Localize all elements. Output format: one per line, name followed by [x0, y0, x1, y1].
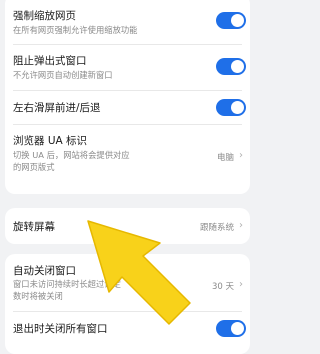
settings-card-windows: 自动关闭窗口 窗口未访问持续时长超过设定 数时将被关闭 30 天 › 退出时关闭… — [5, 254, 250, 354]
toggle-knob — [231, 322, 244, 335]
setting-swipe-navigation[interactable]: 左右滑屏前进/后退 — [5, 91, 250, 123]
chevron-right-icon: › — [239, 279, 243, 290]
setting-title: 强制缩放网页 — [13, 10, 76, 22]
setting-browser-ua[interactable]: 浏览器 UA 标识 切换 UA 后，网站将会提供对应 的网页版式 电脑 › — [5, 125, 250, 191]
chevron-right-icon: › — [239, 150, 243, 161]
setting-subtitle-line1: 切换 UA 后，网站将会提供对应 — [13, 150, 130, 160]
setting-subtitle-line2: 的网页版式 — [13, 162, 55, 172]
setting-title: 左右滑屏前进/后退 — [13, 102, 101, 114]
setting-subtitle-line2: 数时将被关闭 — [13, 291, 63, 301]
setting-title: 浏览器 UA 标识 — [13, 135, 88, 147]
setting-close-all-on-exit[interactable]: 退出时关闭所有窗口 — [5, 312, 250, 342]
toggle-knob — [231, 14, 244, 27]
settings-card-browsing: 强制缩放网页 在所有网页强制允许使用缩放功能 阻止弹出式窗口 不允许网页自动创建… — [5, 0, 250, 194]
chevron-right-icon: › — [239, 220, 243, 231]
setting-title: 自动关闭窗口 — [13, 265, 76, 277]
setting-value: 电脑 — [216, 153, 234, 163]
toggle-knob — [231, 60, 244, 73]
swipe-navigation-toggle[interactable] — [216, 99, 246, 116]
setting-subtitle: 不允许网页自动创建新窗口 — [13, 70, 113, 80]
settings-card-rotate: 旋转屏幕 跟随系统 › — [5, 208, 250, 244]
close-all-toggle[interactable] — [216, 320, 246, 337]
force-zoom-toggle[interactable] — [216, 12, 246, 29]
setting-title: 阻止弹出式窗口 — [13, 55, 87, 67]
setting-subtitle: 在所有网页强制允许使用缩放功能 — [13, 25, 138, 35]
setting-title: 退出时关闭所有窗口 — [13, 323, 108, 335]
setting-value: 跟随系统 — [199, 223, 234, 233]
setting-block-popups[interactable]: 阻止弹出式窗口 不允许网页自动创建新窗口 — [5, 45, 250, 89]
setting-rotate-screen[interactable]: 旋转屏幕 跟随系统 › — [5, 208, 250, 244]
setting-auto-close[interactable]: 自动关闭窗口 窗口未访问持续时长超过设定 数时将被关闭 30 天 › — [5, 254, 250, 310]
block-popups-toggle[interactable] — [216, 58, 246, 75]
toggle-knob — [231, 101, 244, 114]
setting-subtitle-line1: 窗口未访问持续时长超过设定 — [13, 279, 121, 289]
setting-force-zoom[interactable]: 强制缩放网页 在所有网页强制允许使用缩放功能 — [5, 0, 250, 44]
setting-value: 30 天 — [211, 282, 234, 292]
setting-title: 旋转屏幕 — [13, 221, 55, 233]
